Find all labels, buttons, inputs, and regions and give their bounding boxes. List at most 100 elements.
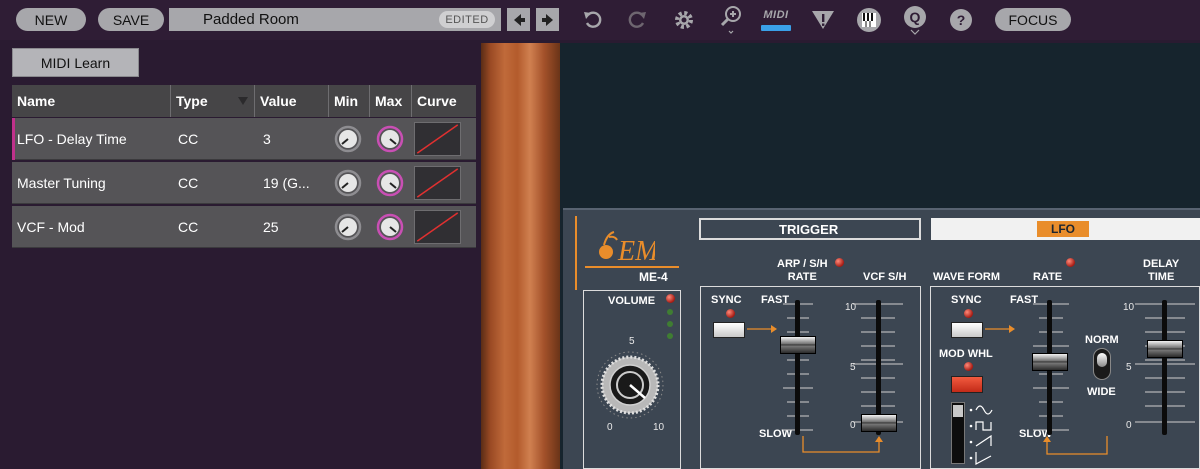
q-label: Q [904, 5, 926, 28]
volume-led-green [667, 321, 673, 327]
selected-row-indicator [12, 118, 15, 160]
column-value[interactable]: Value [254, 85, 328, 117]
trigger-sync-switch[interactable] [713, 322, 745, 338]
lfo-rate-fader[interactable] [1032, 353, 1068, 371]
max-knob[interactable] [376, 169, 404, 197]
logo-divider [585, 266, 679, 268]
model-name: ME-4 [639, 270, 668, 284]
arp-rate-fader-track [795, 300, 800, 435]
arrow-right-icon[interactable] [536, 8, 559, 31]
max-knob[interactable] [376, 213, 404, 241]
trigger-link-line [802, 436, 883, 453]
em-logo: EM [599, 231, 655, 266]
midi-learn-button[interactable]: MIDI Learn [12, 48, 139, 77]
midi-active-indicator [761, 25, 791, 31]
wave-shapes-icon [969, 405, 993, 465]
table-row[interactable]: Master Tuning CC 19 (G... [12, 162, 476, 204]
trigger-header: TRIGGER [699, 218, 921, 240]
sync-arrow-icon [747, 325, 777, 333]
volume-led-green [667, 309, 673, 315]
keyboard-icon[interactable] [852, 0, 886, 40]
wave-form-selector-cap [953, 405, 963, 417]
curve-editor[interactable] [414, 210, 461, 244]
column-type[interactable]: Type [170, 85, 254, 117]
redo-icon[interactable] [620, 0, 654, 40]
q-icon[interactable]: Q [898, 0, 932, 40]
row-name: VCF - Mod [17, 219, 85, 235]
mod-whl-label: MOD WHL [939, 348, 993, 360]
wave-form-label: WAVE FORM [933, 271, 1001, 283]
wave-form-selector[interactable] [951, 402, 965, 464]
logo-block: EM ME-4 [575, 216, 685, 290]
settings-gear-icon[interactable] [667, 0, 701, 40]
help-icon[interactable]: ? [944, 0, 978, 40]
min-knob[interactable] [334, 125, 362, 153]
norm-wide-switch-lever [1097, 353, 1107, 367]
synth-panel: EM ME-4 VOLUME 5 0 10 TRIGGER ARP / S/H … [563, 208, 1200, 469]
min-knob[interactable] [334, 169, 362, 197]
undo-icon[interactable] [576, 0, 610, 40]
mod-whl-switch[interactable] [951, 376, 983, 393]
edited-badge: EDITED [439, 11, 495, 28]
midi-table-header: Name Type Value Min Max Curve [12, 85, 476, 117]
volume-scale-5: 5 [629, 336, 635, 347]
arp-rate-led [835, 258, 844, 267]
column-name-label: Name [17, 93, 56, 109]
table-row[interactable]: VCF - Mod CC 25 [12, 206, 476, 248]
lfo-sync-led [964, 309, 973, 318]
lfo-sync-label: SYNC [951, 294, 982, 306]
max-knob[interactable] [376, 125, 404, 153]
vcf-sh-fader[interactable] [861, 414, 897, 432]
delay-time-fader[interactable] [1147, 340, 1183, 358]
volume-led-red [666, 294, 675, 303]
arp-rate-fader[interactable] [780, 336, 816, 354]
row-name: Master Tuning [17, 175, 106, 191]
volume-scale-0: 0 [607, 422, 613, 433]
preset-selector[interactable]: Padded Room EDITED [169, 8, 501, 31]
norm-wide-switch[interactable] [1093, 348, 1111, 380]
column-max[interactable]: Max [369, 85, 411, 117]
volume-led-green [667, 333, 673, 339]
midi-icon[interactable]: MIDI [759, 0, 793, 40]
zoom-icon[interactable] [714, 0, 748, 40]
focus-button[interactable]: FOCUS [995, 8, 1071, 31]
wide-label: WIDE [1087, 386, 1116, 398]
column-value-label: Value [260, 93, 297, 109]
volume-knob[interactable] [595, 350, 665, 420]
lfo-header: LFO [931, 218, 1200, 240]
new-button[interactable]: NEW [16, 8, 86, 31]
column-curve[interactable]: Curve [411, 85, 476, 117]
volume-label: VOLUME [608, 295, 656, 307]
column-min[interactable]: Min [328, 85, 369, 117]
trigger-sync-led [726, 309, 735, 318]
curve-editor[interactable] [414, 166, 461, 200]
row-value: 25 [263, 219, 279, 235]
norm-label: NORM [1085, 334, 1119, 346]
wood-side-panel [481, 43, 560, 469]
help-label: ? [950, 9, 972, 31]
trigger-sync-label: SYNC [711, 294, 742, 306]
sort-down-icon [238, 97, 248, 105]
preset-name: Padded Room [203, 11, 299, 28]
lfo-sync-switch[interactable] [951, 322, 983, 338]
lfo-link-line [1043, 436, 1108, 455]
delay-scale-10: 10 [1123, 302, 1135, 313]
midi-label: MIDI [763, 9, 789, 21]
min-knob[interactable] [334, 213, 362, 241]
save-button[interactable]: SAVE [98, 8, 164, 31]
row-value: 3 [263, 131, 271, 147]
arrow-left-icon[interactable] [507, 8, 530, 31]
lfo-header-label: LFO [1037, 221, 1089, 237]
delay-time-fader-track [1162, 300, 1167, 435]
column-curve-label: Curve [417, 93, 457, 109]
volume-scale-10: 10 [653, 422, 665, 433]
warning-triangle-icon[interactable] [806, 0, 840, 40]
row-value: 19 (G... [263, 175, 310, 191]
curve-editor[interactable] [414, 122, 461, 156]
column-name[interactable]: Name [12, 85, 170, 117]
trigger-header-label: TRIGGER [779, 222, 839, 237]
table-row[interactable]: LFO - Delay Time CC 3 [12, 118, 476, 160]
top-toolbar: NEW SAVE Padded Room EDITED MIDI Q ? FOC… [0, 0, 1200, 40]
svg-text:EM: EM [617, 236, 655, 266]
vcf-sh-label: VCF S/H [863, 271, 907, 283]
